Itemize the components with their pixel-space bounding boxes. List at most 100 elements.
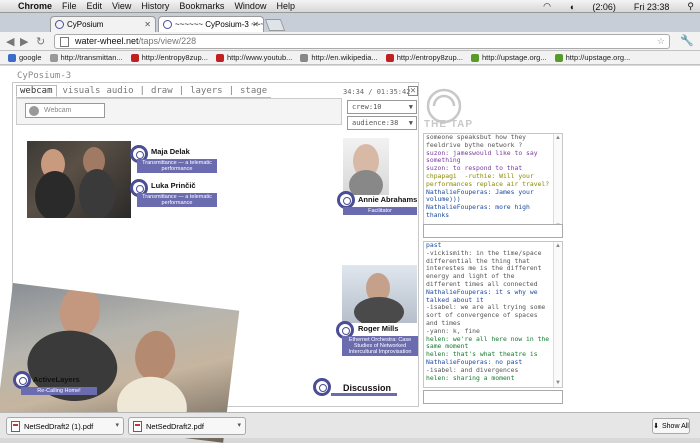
reload-icon[interactable]: ↻: [36, 35, 45, 48]
bookmark-transmittance[interactable]: http://transmittan...: [49, 53, 123, 62]
battery-status[interactable]: (2:06): [592, 2, 616, 12]
menu-edit[interactable]: Edit: [87, 1, 103, 11]
chat-scrollbar[interactable]: ▲▼: [553, 242, 562, 387]
tab-strip: CyPosium ✕ ~~~~~~ CyPosium-3 ~~~~~~ ✕: [0, 13, 700, 32]
menu-bar: Chrome File Edit View History Bookmarks …: [0, 0, 700, 13]
wifi-icon[interactable]: ◠: [543, 1, 551, 12]
cyposium-logo-icon: [313, 378, 331, 396]
entropy-favicon-icon: [130, 53, 139, 62]
chat-line: -isabel: we are all trying some sort of …: [426, 303, 550, 327]
forward-arrow-icon[interactable]: ▶: [20, 35, 28, 48]
scroll-up-icon[interactable]: ▲: [555, 135, 561, 141]
participant-caption: Ethernet Orchestra: Case Studies of Netw…: [342, 336, 418, 356]
menu-window[interactable]: Window: [234, 1, 266, 11]
bookmark-wikipedia[interactable]: http://en.wikipedia...: [300, 53, 378, 62]
chat-line: helen: sharing a moment: [426, 373, 515, 382]
pdf-file-icon: [11, 420, 20, 432]
tab-audio[interactable]: audio: [106, 86, 133, 97]
chat-line: NathalieFouperas: James your volume))): [426, 187, 538, 204]
participant-caption: Re-Calling Home!: [21, 387, 97, 395]
cyposium-favicon-icon: [163, 20, 172, 29]
chat-line: NathalieFouperas: more high thanks: [426, 203, 534, 219]
bookmark-upstage-2[interactable]: http://upstage.org...: [554, 53, 630, 62]
url-host: water-wheel.net: [75, 36, 139, 46]
discussion-button[interactable]: Discussion: [313, 378, 399, 398]
app-menu[interactable]: Chrome: [18, 1, 52, 11]
tab-stage[interactable]: stage: [240, 86, 267, 97]
chat-scrollbar[interactable]: ▲▼: [553, 134, 562, 230]
close-tab-icon[interactable]: ✕: [252, 20, 259, 29]
bookmark-google[interactable]: google: [8, 53, 42, 62]
separator: |: [178, 86, 185, 96]
tab-layers[interactable]: layers: [190, 86, 223, 97]
scroll-up-icon[interactable]: ▲: [555, 243, 561, 249]
tab-visuals[interactable]: visuals: [63, 86, 101, 97]
chevron-down-icon: ▼: [408, 119, 413, 127]
chat-input-bottom[interactable]: [423, 390, 563, 404]
fullscreen-icon[interactable]: ⨯: [408, 86, 418, 96]
webcam-annie: [343, 138, 389, 195]
separator: |: [228, 86, 235, 96]
participant-name: Roger Mills: [358, 324, 399, 333]
address-bar[interactable]: water-wheel.net/taps/view/228 ☆: [54, 34, 670, 49]
chat-line: -vickismith: in the time/space different…: [426, 248, 546, 288]
brand-name: THE TAP: [424, 119, 474, 130]
crew-select[interactable]: crew:10 ▼: [347, 100, 417, 114]
bookmark-upstage-1[interactable]: http://upstage.org...: [470, 53, 547, 62]
download-item[interactable]: NetSedDraft2 (1).pdf ▾: [6, 417, 124, 435]
bookmark-entropy8zuper-1[interactable]: http://entropy8zup...: [130, 53, 208, 62]
webcam-button[interactable]: Webcam: [25, 103, 105, 118]
browser-toolbar: ◀ ▶ ↻ water-wheel.net/taps/view/228 ☆ 🔧: [0, 32, 700, 51]
downloads-bar: NetSedDraft2 (1).pdf ▾ NetSedDraft2.pdf …: [0, 412, 700, 438]
back-arrow-icon[interactable]: ◀: [6, 35, 14, 48]
chat-line: NathalieFouperas: it s why we talked abo…: [426, 287, 542, 304]
menu-history[interactable]: History: [141, 1, 169, 11]
chat-input-top[interactable]: [423, 224, 563, 238]
youtube-favicon-icon: [215, 53, 224, 62]
participant-name: Maja Delak: [151, 147, 190, 156]
chat-line: suzon: jameswould like to say something: [426, 148, 542, 165]
spotlight-icon[interactable]: ⚲: [687, 1, 694, 12]
participant-caption: Transmittance — a telematic performance: [137, 159, 217, 173]
chat-line: chpapagi -ruthie: Will your performances…: [426, 171, 550, 188]
menu-bookmarks[interactable]: Bookmarks: [179, 1, 224, 11]
star-icon[interactable]: ☆: [657, 35, 665, 48]
participant-caption: Facilitator: [343, 207, 417, 215]
downloads-icon: ⬇: [653, 423, 659, 430]
bookmark-youtube[interactable]: http://www.youtub...: [215, 53, 292, 62]
session-timer: 34:34 / 01:35:42: [343, 88, 411, 96]
volume-icon[interactable]: ◖: [569, 2, 574, 12]
url-path: /taps/view/228: [138, 36, 197, 46]
page-content: CyPosium-3 webcam visuals audio | draw |…: [0, 66, 700, 443]
scroll-down-icon[interactable]: ▼: [555, 380, 561, 386]
chat-log-top[interactable]: someone speaksbut how they feeldrive byt…: [423, 133, 563, 231]
webcam-roger: [342, 265, 417, 323]
tab-webcam[interactable]: webcam: [16, 85, 57, 97]
clock[interactable]: Fri 23:38: [634, 2, 670, 12]
chat-log-bottom[interactable]: past -vickismith: in the time/space diff…: [423, 241, 563, 388]
page-icon: [60, 37, 69, 47]
tab-draw[interactable]: draw: [151, 86, 173, 97]
tab-cyposium[interactable]: CyPosium ✕: [50, 16, 156, 32]
page-title: CyPosium-3: [17, 71, 72, 81]
webcam-toolbar: Webcam: [16, 98, 342, 125]
bookmark-entropy8zuper-2[interactable]: http://entropy8zup...: [385, 53, 463, 62]
show-all-button[interactable]: ⬇ Show All: [652, 418, 690, 434]
download-item[interactable]: NetSedDraft2.pdf ▾: [128, 417, 246, 435]
participant-name: Luka Prinčič: [151, 181, 196, 190]
audience-select[interactable]: audience:38 ▼: [347, 116, 417, 130]
menu-help[interactable]: Help: [276, 1, 295, 11]
close-tab-icon[interactable]: ✕: [144, 20, 151, 29]
tab-cyposium-3[interactable]: ~~~~~~ CyPosium-3 ~~~~~~ ✕: [158, 16, 264, 32]
chat-line: helen: we're all here now in the same mo…: [426, 334, 553, 351]
chevron-down-icon[interactable]: ▾: [115, 421, 119, 429]
participant-caption: Transmittance — a telematic performance: [137, 193, 217, 207]
chevron-down-icon[interactable]: ▾: [237, 421, 241, 429]
menu-file[interactable]: File: [62, 1, 77, 11]
new-tab-button[interactable]: [264, 19, 286, 31]
tab-title: ~~~~~~ CyPosium-3 ~~~~~~: [175, 20, 264, 29]
wrench-icon[interactable]: 🔧: [680, 34, 694, 47]
menu-view[interactable]: View: [112, 1, 131, 11]
stage-tabs: webcam visuals audio | draw | layers | s…: [16, 85, 271, 98]
upstage-favicon-icon: [554, 53, 563, 62]
